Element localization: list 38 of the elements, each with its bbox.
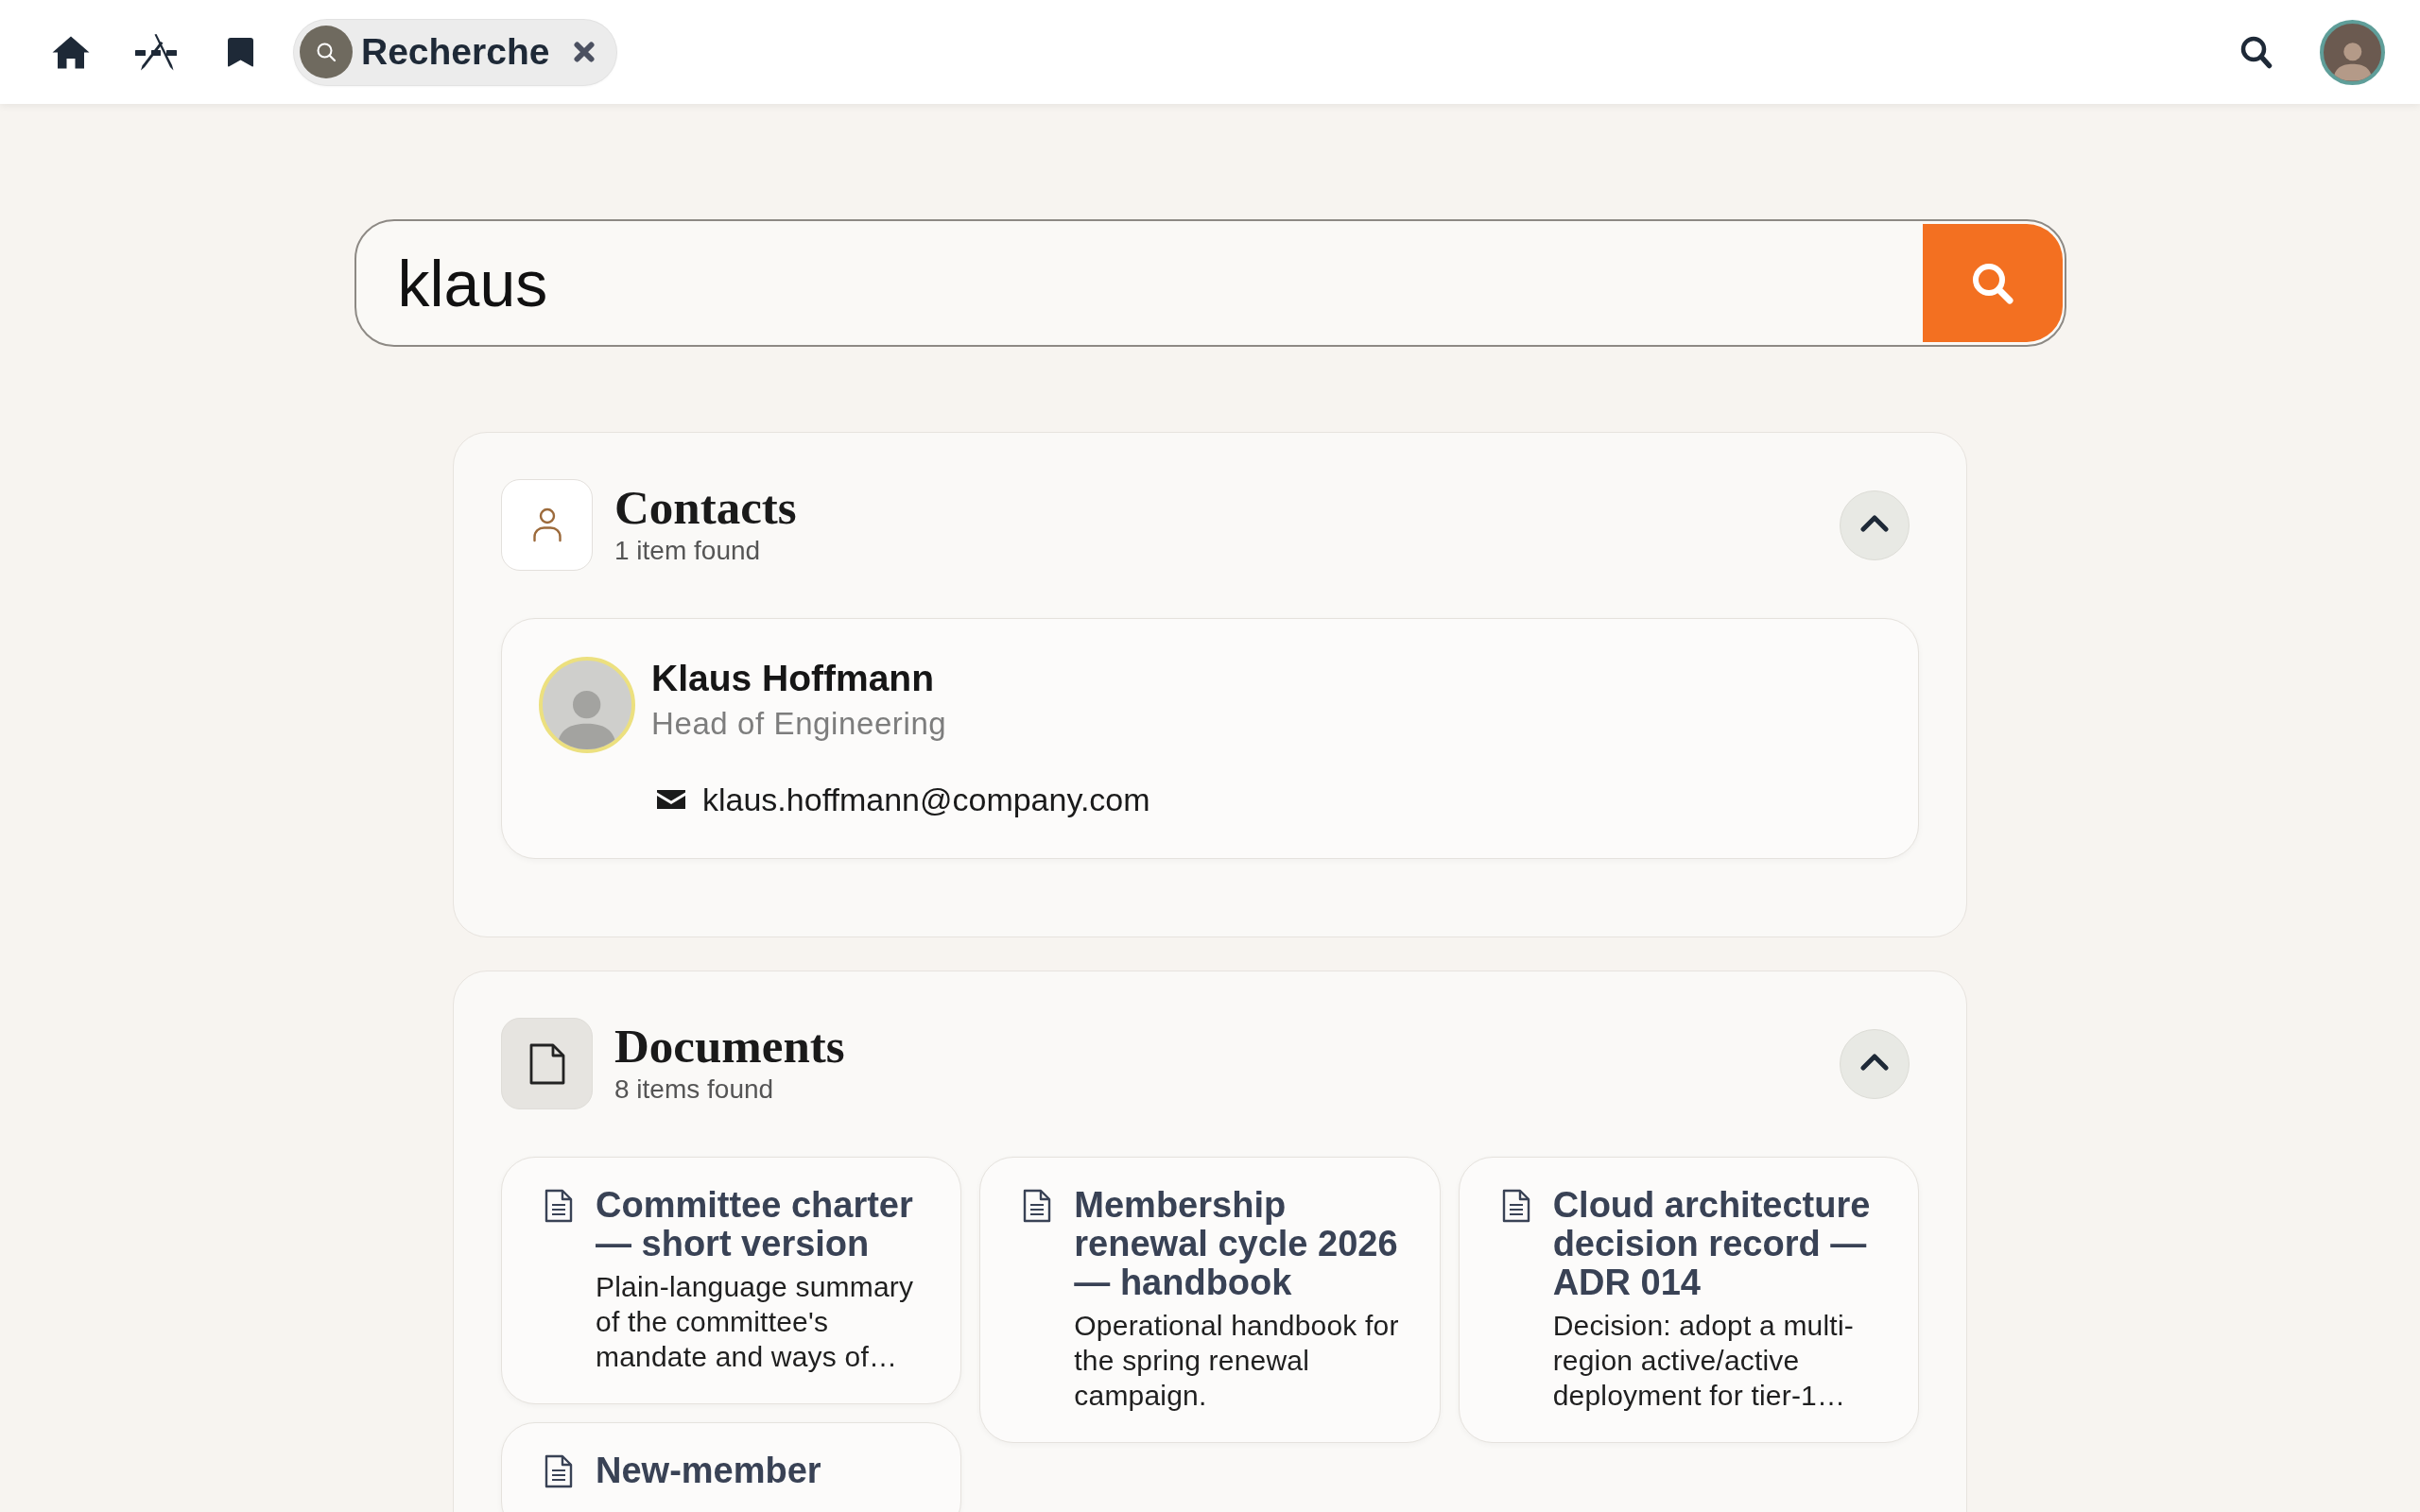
- document-title: Cloud architecture decision record — ADR 014: [1552, 1186, 1872, 1302]
- contact-card[interactable]: Klaus Hoffmann Head of Engineering klaus.hoffmann@company.com: [501, 618, 1919, 859]
- contact-email: klaus.hoffmann@company.com: [702, 781, 1150, 818]
- document-card[interactable]: Committee charter — short version Plain-language summary of the committee's mandate and ways of…: [501, 1157, 962, 1404]
- document-title: Membership renewal cycle 2026 — handbook: [1074, 1186, 1399, 1302]
- section-title: Contacts: [614, 481, 797, 535]
- chevron-up-icon: [1860, 515, 1889, 532]
- document-card[interactable]: Cloud architecture decision record — ADR 014 Decision: adopt a multi-region active/active deployment for tier-1…: [1458, 1157, 1919, 1443]
- person-icon: [501, 479, 593, 571]
- search-field[interactable]: klaus: [354, 219, 2066, 347]
- document-card[interactable]: New-member: [501, 1422, 962, 1512]
- file-icon: [501, 1018, 593, 1109]
- search-icon: [300, 26, 353, 78]
- document-description: Operational handbook for the spring renewal campaign.: [1074, 1309, 1400, 1413]
- document-title: New-member: [596, 1452, 821, 1490]
- search-icon[interactable]: [2240, 35, 2273, 69]
- home-icon[interactable]: [52, 35, 90, 69]
- contact-name: Klaus Hoffmann: [651, 657, 934, 700]
- bookmark-icon[interactable]: [228, 37, 253, 67]
- section-title: Documents: [614, 1020, 845, 1074]
- document-icon: [1501, 1189, 1530, 1223]
- document-icon: [1023, 1189, 1052, 1223]
- search-icon: [1970, 261, 2014, 305]
- mail-icon: [657, 790, 685, 809]
- chevron-up-icon: [1860, 1054, 1889, 1071]
- document-description: Decision: adopt a multi-region active/active deployment for tier-1…: [1552, 1309, 1855, 1413]
- close-icon[interactable]: [574, 42, 596, 62]
- search-button[interactable]: [1922, 224, 2063, 342]
- document-description: Plain-language summary of the committee's mandate and ways of…: [596, 1270, 915, 1374]
- drafting-tools-icon[interactable]: [135, 33, 177, 71]
- document-icon: [544, 1189, 573, 1223]
- item-count: 1 item found: [614, 535, 761, 567]
- document-title: Committee charter — short version: [596, 1186, 914, 1263]
- document-card[interactable]: Membership renewal cycle 2026 — handbook Operational handbook for the spring renewal campaign.: [979, 1157, 1441, 1443]
- item-count: 8 items found: [614, 1074, 774, 1106]
- document-icon: [544, 1454, 573, 1488]
- contact-role: Head of Engineering: [651, 705, 947, 743]
- search-tab[interactable]: Recherche: [294, 19, 617, 85]
